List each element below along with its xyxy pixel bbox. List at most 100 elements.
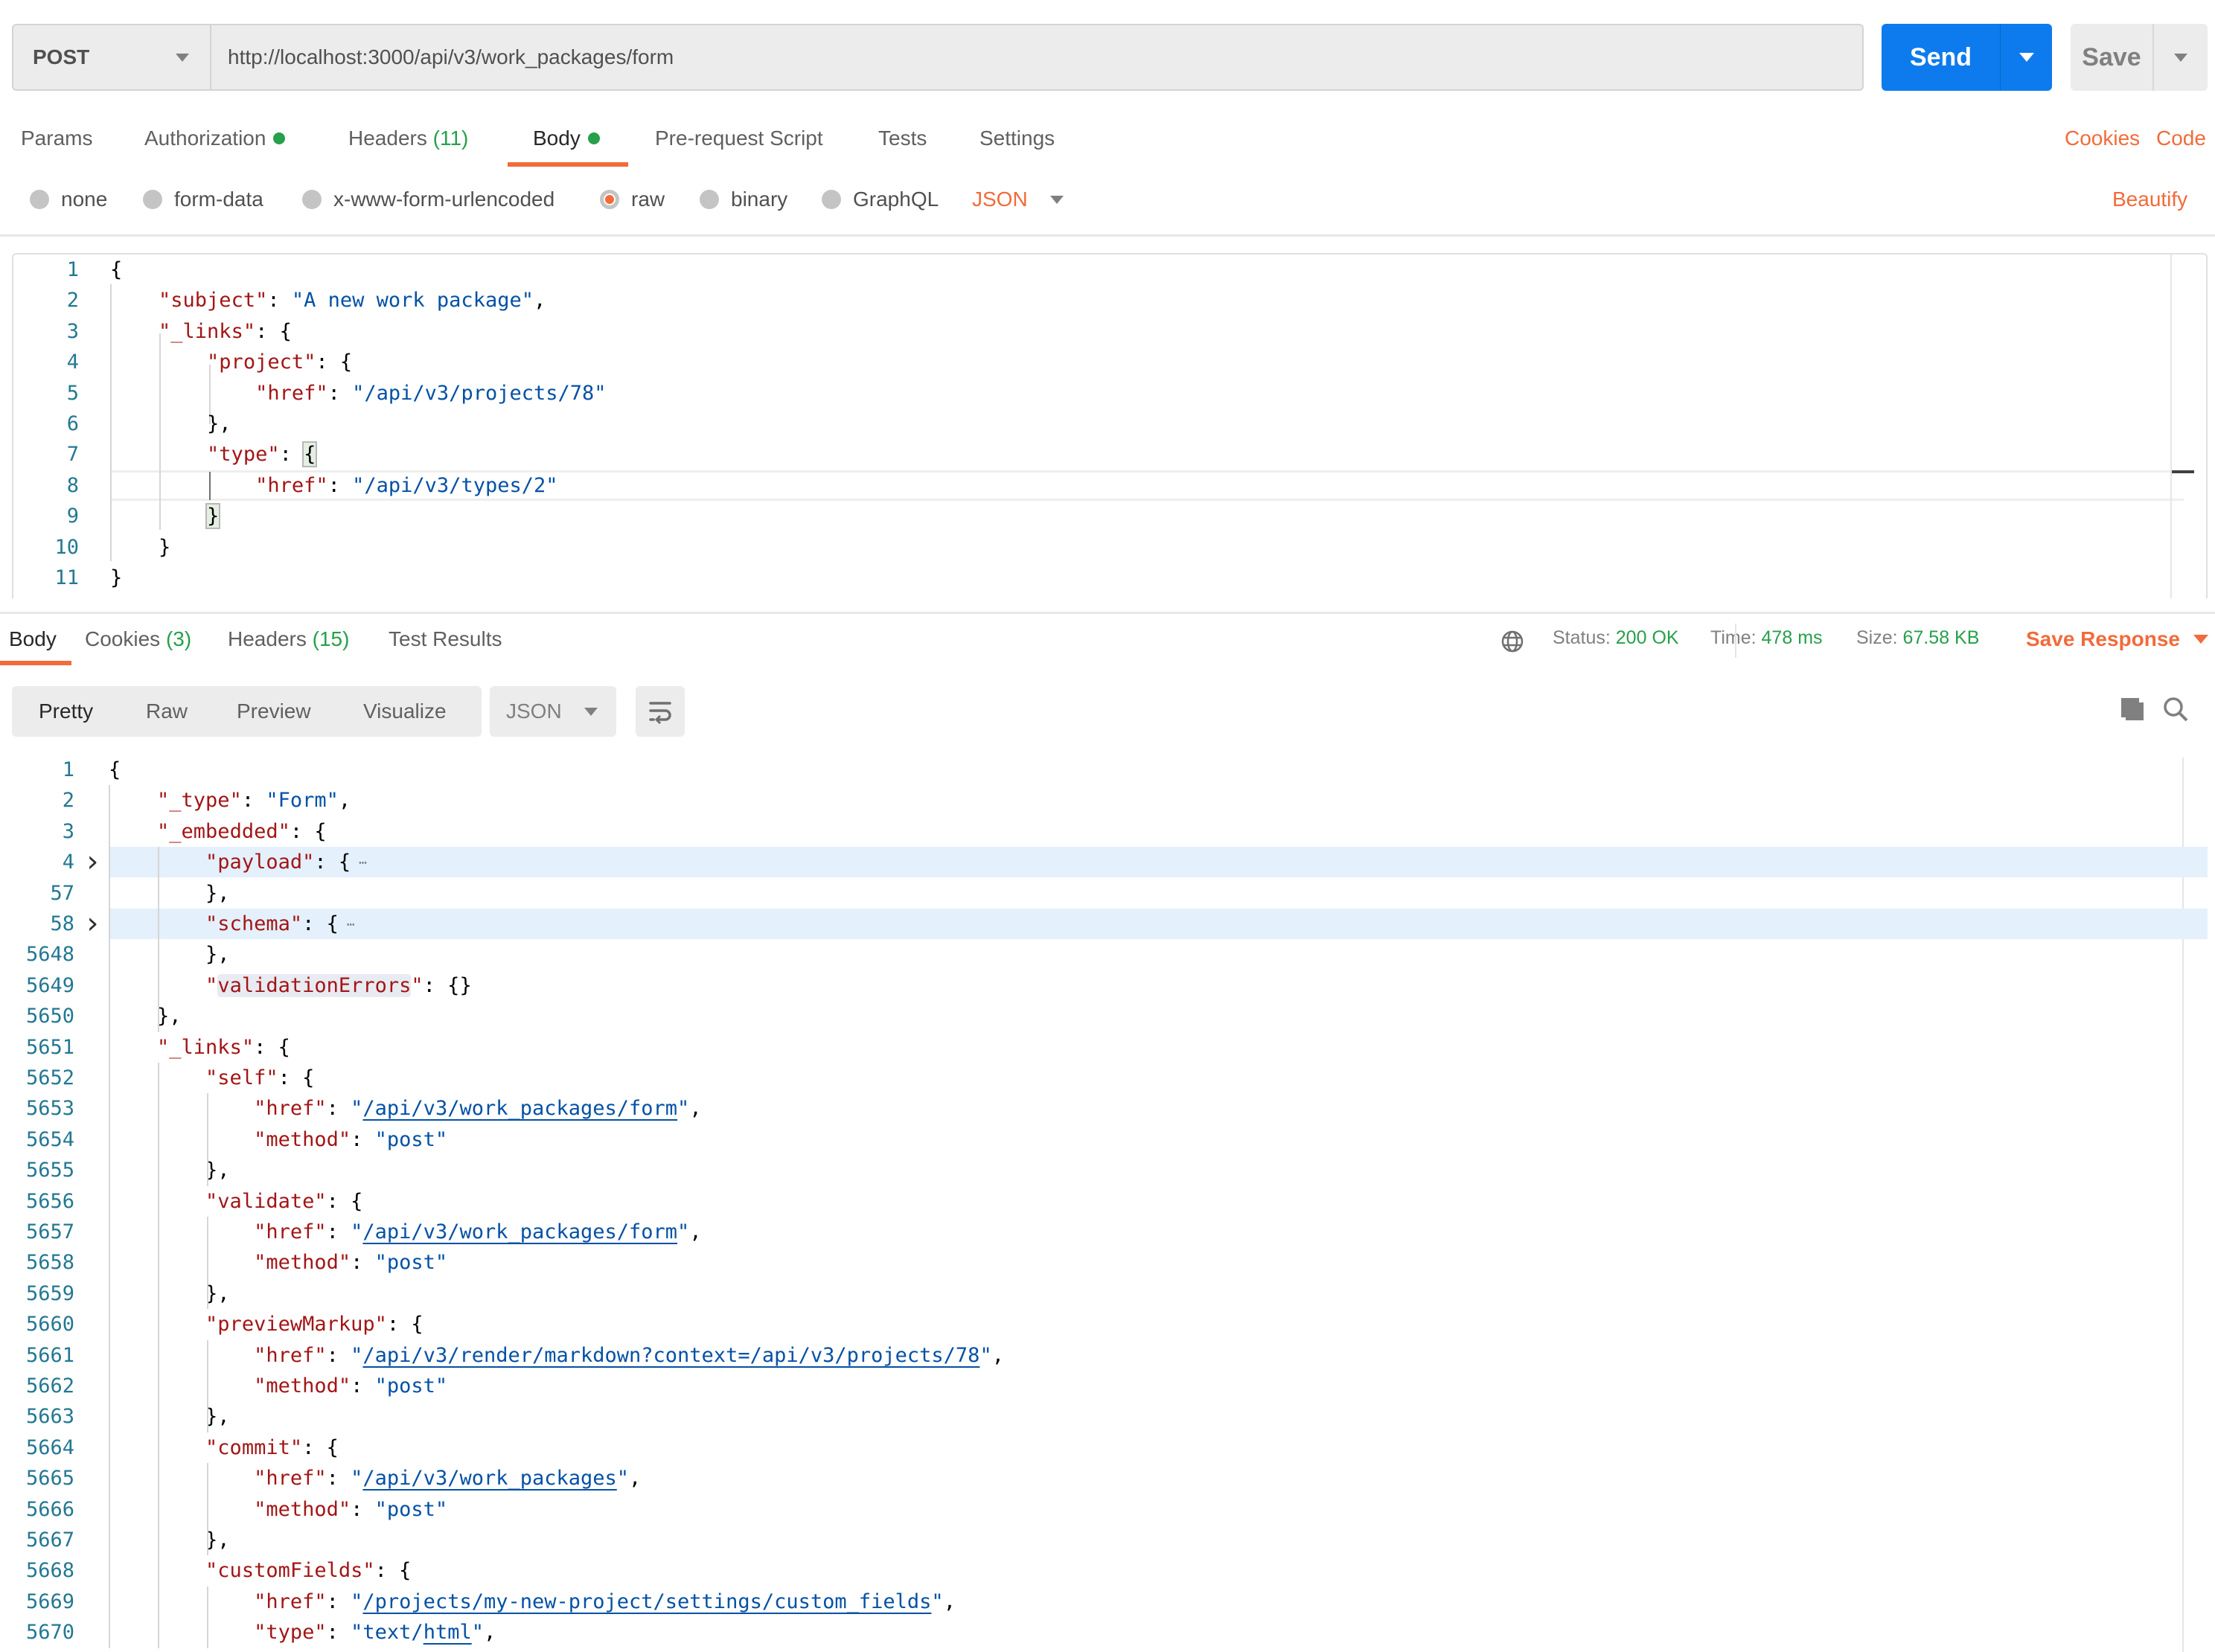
line-number: 2 [66, 289, 79, 313]
copy-icon[interactable] [2120, 697, 2145, 722]
json-link[interactable]: /api/v3/work_packages/form [362, 1097, 677, 1120]
json-key: "method" [254, 1374, 351, 1398]
line-number: 8 [66, 473, 79, 497]
radio-raw[interactable]: raw [600, 188, 665, 211]
json-link[interactable]: /api/v3/render/markdown?context=/api/v3/… [362, 1344, 979, 1367]
code-link[interactable]: Code [2156, 127, 2206, 150]
response-format-select[interactable]: JSON [490, 686, 616, 737]
code-line: 5655 }, [0, 1155, 2215, 1185]
line-number: 10 [54, 535, 79, 559]
chevron-right-icon[interactable]: › [83, 909, 101, 939]
chevron-down-icon [2019, 53, 2034, 62]
line-number: 5654 [25, 1127, 74, 1151]
json-link[interactable]: /projects/my-new-project/settings/custom… [362, 1590, 931, 1613]
line-number: 5655 [25, 1159, 74, 1182]
line-number: 5659 [25, 1281, 74, 1305]
json-link[interactable]: /api/v3/work_packages [362, 1467, 616, 1490]
send-options-button[interactable] [2001, 24, 2052, 91]
line-number: 57 [50, 881, 74, 905]
response-tab-body[interactable]: Body [9, 627, 57, 651]
code-line: 5657 "href": "/api/v3/work_packages/form… [0, 1217, 2215, 1247]
method-select[interactable]: POST [13, 25, 211, 89]
code-line: 8 "href": "/api/v3/types/2" [13, 470, 2206, 501]
code-line: 10 } [13, 532, 2206, 563]
tab-body[interactable]: Body [533, 127, 600, 150]
code-line: 11} [13, 563, 2206, 593]
view-pretty[interactable]: Pretty [39, 699, 93, 723]
code-line: 5664 "commit": { [0, 1432, 2215, 1463]
body-format-select[interactable]: JSON [972, 188, 1064, 211]
beautify-link[interactable]: Beautify [2112, 188, 2187, 211]
radio-binary[interactable]: binary [700, 188, 787, 211]
radio-label: raw [631, 188, 665, 211]
folded-ellipsis-icon: ⋯ [338, 917, 355, 932]
line-number: 5648 [25, 943, 74, 967]
wrap-lines-button[interactable] [636, 686, 685, 737]
save-options-button[interactable] [2154, 24, 2208, 91]
line-content: { [109, 758, 121, 781]
json-link[interactable]: html [423, 1621, 472, 1644]
tab-params[interactable]: Params [21, 127, 92, 150]
url-input[interactable]: http://localhost:3000/api/v3/work_packag… [211, 25, 1862, 89]
line-number: 9 [66, 505, 79, 528]
response-tab-headers[interactable]: Headers (15) [228, 627, 349, 651]
view-raw[interactable]: Raw [146, 699, 188, 723]
search-icon[interactable] [2163, 697, 2188, 722]
cookies-link[interactable]: Cookies [2065, 127, 2140, 150]
save-button[interactable]: Save [2071, 24, 2154, 91]
tab-authorization[interactable]: Authorization [144, 127, 286, 150]
line-number: 3 [62, 819, 74, 843]
tab-pre-request-script[interactable]: Pre-request Script [655, 127, 823, 150]
code-line: 4 "project": { [13, 347, 2206, 377]
view-preview[interactable]: Preview [237, 699, 311, 723]
radio-graphql[interactable]: GraphQL [822, 188, 939, 211]
tab-headers[interactable]: Headers (11) [348, 127, 468, 150]
radio-form-data[interactable]: form-data [143, 188, 263, 211]
line-content: "href": "/api/v3/render/markdown?context… [254, 1343, 1004, 1367]
line-content: }, [205, 1405, 230, 1429]
json-link[interactable]: /api/v3/work_packages/form [362, 1220, 677, 1243]
radio-none[interactable]: none [30, 188, 107, 211]
line-content: }, [207, 412, 231, 435]
send-button[interactable]: Send [1882, 24, 2001, 91]
json-string: "text/html" [351, 1621, 484, 1645]
line-content: "href": "/api/v3/work_packages/form", [254, 1097, 702, 1121]
line-content: "method": "post" [254, 1127, 448, 1151]
headers-count: (11) [432, 127, 469, 150]
line-number: 5670 [25, 1621, 74, 1645]
line-content: } [110, 501, 221, 531]
tab-settings[interactable]: Settings [979, 127, 1055, 150]
indent-guide [207, 1463, 208, 1556]
code-line: 5660 "previewMarkup": { [0, 1309, 2215, 1339]
code-line: 2 "_type": "Form", [0, 785, 2215, 816]
line-content: "href": "/api/v3/work_packages/form", [254, 1220, 702, 1243]
save-response-button[interactable]: Save Response [2026, 627, 2208, 651]
folded-line-highlight [109, 847, 2208, 878]
tab-tests[interactable]: Tests [878, 127, 927, 150]
line-content: }, [157, 1005, 182, 1028]
code-line: 5669 "href": "/projects/my-new-project/s… [0, 1587, 2215, 1617]
response-tab-test-results[interactable]: Test Results [389, 627, 502, 651]
radio-x-www-form-urlencoded[interactable]: x-www-form-urlencoded [302, 188, 554, 211]
json-string: "/api/v3/projects/78" [352, 381, 607, 405]
code-line: 5648 }, [0, 939, 2215, 970]
code-line: 5665 "href": "/api/v3/work_packages", [0, 1463, 2215, 1493]
line-number: 5652 [25, 1066, 74, 1089]
request-body-editor[interactable]: 1{2 "subject": "A new work package", 3 "_… [12, 253, 2208, 598]
request-bar: POST http://localhost:3000/api/v3/work_p… [12, 24, 1864, 91]
view-visualize[interactable]: Visualize [363, 699, 447, 723]
response-body-viewer[interactable]: 1{2 "_type": "Form", 3 "_embedded": {› 4 "… [0, 753, 2215, 1652]
line-content: "project": { [207, 350, 353, 374]
radio-label: x-www-form-urlencoded [333, 188, 555, 211]
line-content: "_embedded": { [157, 819, 327, 843]
response-tab-cookies[interactable]: Cookies (3) [85, 627, 191, 651]
line-number: 4 [66, 350, 79, 374]
chevron-right-icon[interactable]: › [83, 847, 101, 877]
json-string: "Form" [266, 789, 339, 813]
line-content: "_links": { [157, 1035, 290, 1059]
line-content: }, [205, 1528, 230, 1552]
globe-icon[interactable] [1500, 630, 1524, 653]
line-content: "type": { [207, 441, 318, 468]
size-readout: Size: 67.58 KB [1856, 627, 1979, 649]
code-line: 5666 "method": "post" [0, 1494, 2215, 1525]
